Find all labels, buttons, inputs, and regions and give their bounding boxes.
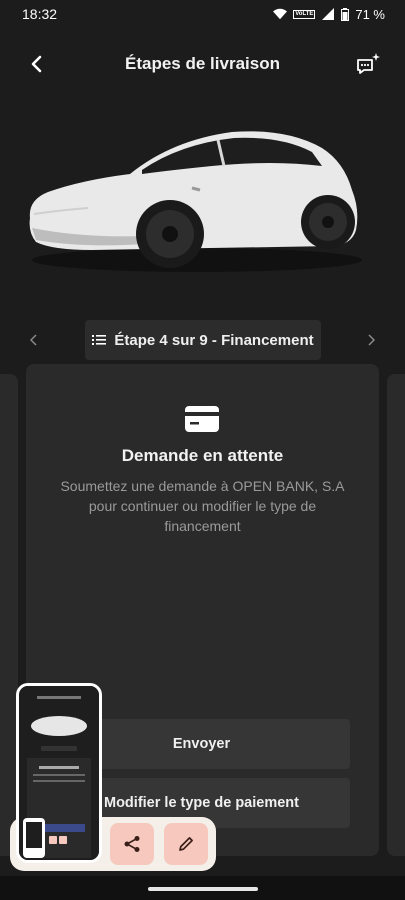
card-title: Demande en attente — [121, 446, 284, 465]
network-badge: VoLTE — [293, 9, 316, 19]
credit-card-icon — [185, 406, 219, 432]
next-step-card[interactable] — [387, 374, 405, 856]
vehicle-image — [22, 118, 367, 278]
step-selector[interactable]: Étape 4 sur 9 - Financement — [85, 320, 321, 360]
chevron-left-icon — [30, 334, 37, 346]
card-description: Soumettez une demande à OPEN BANK, S.A p… — [60, 478, 345, 534]
screenshot-preview-content — [19, 686, 99, 860]
signal-icon — [322, 8, 335, 20]
page-title: Étapes de livraison — [125, 54, 280, 73]
status-bar: 18:32 VoLTE 71 % — [0, 0, 405, 28]
status-time: 18:32 — [22, 6, 58, 22]
chevron-right-icon — [368, 334, 375, 346]
chevron-left-icon — [31, 55, 42, 73]
chat-sparkle-icon — [357, 53, 380, 74]
edit-button[interactable] — [164, 823, 208, 865]
home-indicator[interactable] — [148, 887, 258, 891]
next-step-button[interactable] — [361, 330, 381, 350]
back-button[interactable] — [24, 52, 48, 76]
battery-level: 71 % — [355, 6, 385, 22]
chat-button[interactable] — [355, 52, 381, 76]
screenshot-preview[interactable] — [16, 683, 102, 863]
previous-step-button[interactable] — [24, 330, 44, 350]
pencil-icon — [179, 837, 193, 851]
step-label: Étape 4 sur 9 - Financement — [114, 331, 314, 349]
app-header: Étapes de livraison — [0, 46, 405, 82]
list-icon — [92, 335, 107, 345]
share-button[interactable] — [110, 823, 154, 865]
wifi-icon — [273, 8, 288, 20]
battery-icon — [341, 7, 350, 21]
step-navigator: Étape 4 sur 9 - Financement — [0, 320, 405, 360]
share-icon — [124, 836, 140, 852]
status-icons: VoLTE 71 % — [273, 7, 385, 22]
